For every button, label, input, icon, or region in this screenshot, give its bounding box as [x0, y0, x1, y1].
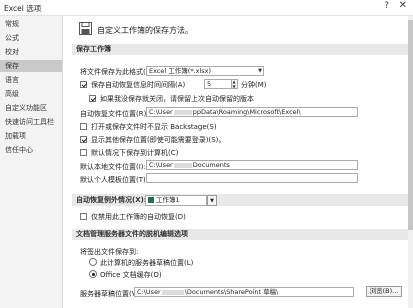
backstage-checkbox[interactable] — [80, 123, 87, 130]
autorecover-location-input[interactable]: C:\User ppData\Roaming\Microsoft\Excel\ — [146, 107, 358, 117]
chevron-down-icon: ▼ — [258, 68, 262, 74]
spin-down-icon[interactable]: ▼ — [233, 84, 236, 89]
page-description: 自定义工作簿的保存方法。 — [97, 26, 193, 35]
sidebar-item-advanced[interactable]: 高级 — [0, 88, 62, 100]
sidebar-item-quick-access[interactable]: 快速访问工具栏 — [0, 116, 62, 128]
sidebar-item-general[interactable]: 常规 — [0, 18, 62, 30]
redacted-username — [161, 289, 184, 295]
personal-template-input[interactable] — [146, 173, 358, 183]
keep-last-version-checkbox[interactable] — [89, 95, 96, 102]
disable-autorecover-label: 仅禁用此工作簿的自动恢复(D) — [91, 213, 186, 221]
default-local-label: 默认本地文件位置(I): — [80, 163, 146, 171]
redacted-username — [173, 162, 192, 168]
section-offline-editing: 文档管理服务器文件的脱机编辑选项 — [72, 229, 410, 240]
autorecover-location-label: 自动恢复文件位置(R): — [80, 110, 149, 118]
title-bar: Excel 选项 ? ✕ — [0, 0, 413, 16]
show-places-checkbox[interactable] — [80, 136, 87, 143]
save-format-select[interactable]: Excel 工作簿(*.xlsx) ▼ — [146, 66, 264, 76]
backstage-label: 打开或保存文件时不显示 Backstage(S) — [91, 123, 217, 131]
sidebar-item-formulas[interactable]: 公式 — [0, 32, 62, 44]
show-places-label: 显示其他保存位置(即使可能需要登录)(S)。 — [91, 136, 226, 144]
save-format-label: 将文件保存为此格式(F): — [80, 68, 155, 76]
default-computer-label: 默认情况下保存到计算机(C) — [91, 149, 179, 157]
autorecover-checkbox[interactable] — [80, 81, 87, 88]
redacted-username — [173, 109, 192, 115]
sidebar-item-proofing[interactable]: 校对 — [0, 46, 62, 58]
server-drafts-label: 服务器草稿位置(V): — [80, 290, 142, 298]
options-sidebar: 常规 公式 校对 保存 语言 高级 自定义功能区 快速访问工具栏 加载项 信任中… — [0, 16, 63, 308]
window-title: Excel 选项 — [4, 4, 42, 13]
personal-template-label: 默认个人模板位置(T): — [80, 176, 149, 184]
save-checked-out-label: 将签出文件保存到: — [80, 248, 139, 256]
chevron-down-icon: ▼ — [210, 198, 214, 204]
save-disk-icon — [79, 22, 92, 35]
excel-workbook-icon — [148, 197, 154, 203]
section-autorecover-exceptions: 自动恢复例外情况(X): — [72, 194, 410, 206]
workbook-select[interactable]: 工作簿1 — [145, 195, 207, 206]
sidebar-item-customize-ribbon[interactable]: 自定义功能区 — [0, 102, 62, 114]
radio-office-cache-label: Office 文档缓存(O) — [100, 271, 162, 279]
radio-server-drafts-label: 此计算机的服务器草稿位置(L) — [100, 259, 194, 267]
help-icon[interactable]: ? — [384, 1, 389, 11]
default-local-input[interactable]: C:\User Documents — [146, 160, 358, 170]
autorecover-label: 保存自动恢复信息时间间隔(A) — [91, 81, 186, 89]
radio-server-drafts[interactable] — [89, 258, 97, 266]
autorecover-minutes-input[interactable]: 5 — [204, 79, 232, 89]
scrollbar-thumb[interactable] — [408, 20, 413, 230]
minutes-spinner[interactable]: ▲ ▼ — [232, 79, 238, 89]
keep-last-version-label: 如果我没保存就关闭，请保留上次自动保留的版本 — [100, 95, 254, 103]
workbook-dropdown-button[interactable]: ▼ — [207, 195, 217, 206]
sidebar-item-language[interactable]: 语言 — [0, 74, 62, 86]
default-computer-checkbox[interactable] — [80, 149, 87, 156]
browse-button[interactable]: 浏览(B)... — [366, 286, 402, 297]
section-save-workbooks: 保存工作簿 — [72, 44, 410, 55]
sidebar-item-addins[interactable]: 加载项 — [0, 130, 62, 142]
server-drafts-input[interactable]: C:\User \Documents\SharePoint 草稿\ — [134, 287, 354, 297]
minutes-label: 分钟(M) — [241, 81, 267, 89]
close-icon[interactable]: ✕ — [399, 0, 407, 11]
disable-autorecover-checkbox[interactable] — [80, 213, 87, 220]
sidebar-item-save[interactable]: 保存 — [0, 60, 62, 72]
radio-office-cache[interactable] — [89, 270, 97, 278]
sidebar-item-trust-center[interactable]: 信任中心 — [0, 144, 62, 156]
